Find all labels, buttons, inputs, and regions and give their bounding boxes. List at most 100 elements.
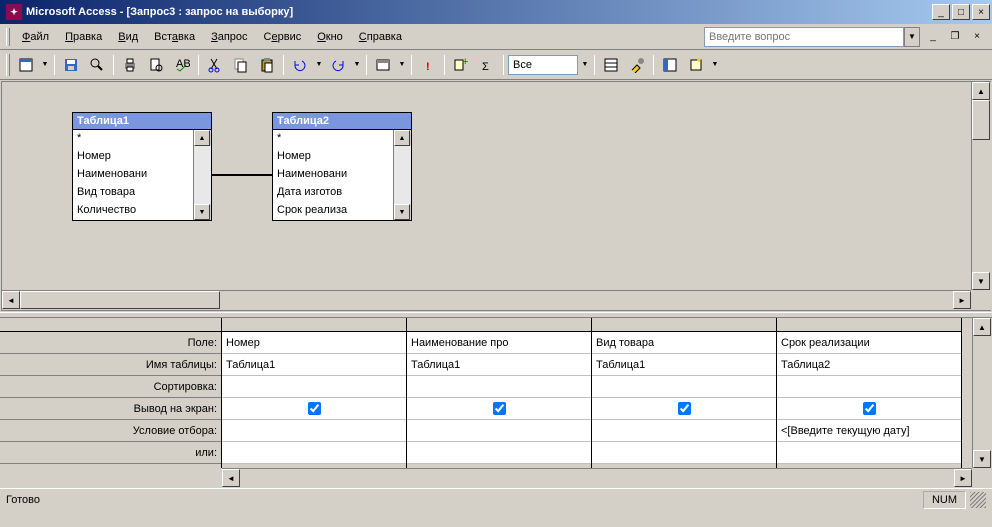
minimize-button[interactable]: _ <box>932 4 950 20</box>
sort-cell[interactable] <box>222 376 406 398</box>
show-checkbox[interactable] <box>863 402 876 415</box>
help-dropdown-icon[interactable]: ▼ <box>904 27 920 47</box>
sort-cell[interactable] <box>777 376 961 398</box>
scroll-up-icon[interactable]: ▲ <box>194 130 210 146</box>
scroll-thumb[interactable] <box>20 291 220 309</box>
table-cell[interactable]: Таблица1 <box>592 354 776 376</box>
field-cell[interactable]: Срок реализации <box>777 332 961 354</box>
query-type-button[interactable] <box>371 53 395 77</box>
field-row[interactable]: Номер <box>73 148 193 166</box>
properties-button[interactable] <box>599 53 623 77</box>
menu-tools[interactable]: Сервис <box>256 29 310 45</box>
show-cell[interactable] <box>222 398 406 420</box>
table-cell[interactable]: Таблица1 <box>222 354 406 376</box>
sort-cell[interactable] <box>407 376 591 398</box>
field-row[interactable]: Вид товара <box>73 184 193 202</box>
menu-file[interactable]: Файл <box>14 29 57 45</box>
top-values-combo[interactable] <box>508 55 578 75</box>
scroll-thumb[interactable] <box>972 100 990 140</box>
field-row[interactable]: Наименовани <box>73 166 193 184</box>
show-checkbox[interactable] <box>308 402 321 415</box>
copy-button[interactable] <box>229 53 253 77</box>
field-cell[interactable]: Вид товара <box>592 332 776 354</box>
table-title[interactable]: Таблица2 <box>273 113 411 130</box>
table-box-1[interactable]: Таблица1 * Номер Наименовани Вид товара … <box>72 112 212 221</box>
menu-query[interactable]: Запрос <box>203 29 255 45</box>
totals-button[interactable]: Σ <box>475 53 499 77</box>
or-cell[interactable] <box>222 442 406 464</box>
show-cell[interactable] <box>407 398 591 420</box>
toolbar-grip[interactable] <box>6 54 10 76</box>
database-window-button[interactable] <box>658 53 682 77</box>
grid-column[interactable]: Вид товара Таблица1 <box>592 318 777 468</box>
field-row[interactable]: Номер <box>273 148 393 166</box>
field-row[interactable]: Количество <box>73 202 193 220</box>
field-row[interactable]: Дата изготов <box>273 184 393 202</box>
menu-insert[interactable]: Вставка <box>146 29 203 45</box>
print-preview-button[interactable] <box>144 53 168 77</box>
scroll-up-icon[interactable]: ▲ <box>972 82 990 100</box>
cut-button[interactable] <box>203 53 227 77</box>
scroll-right-icon[interactable]: ► <box>954 469 972 487</box>
scroll-right-icon[interactable]: ► <box>953 291 971 309</box>
mdi-close-button[interactable]: × <box>968 29 986 45</box>
or-cell[interactable] <box>777 442 961 464</box>
criteria-cell[interactable] <box>222 420 406 442</box>
query-type-dropdown-icon[interactable]: ▼ <box>397 53 407 77</box>
show-cell[interactable] <box>777 398 961 420</box>
redo-dropdown-icon[interactable]: ▼ <box>352 53 362 77</box>
menu-edit[interactable]: Правка <box>57 29 110 45</box>
grid-column[interactable]: Номер Таблица1 <box>222 318 407 468</box>
column-selector[interactable] <box>222 318 406 332</box>
relationship-line[interactable] <box>212 174 272 176</box>
show-checkbox[interactable] <box>493 402 506 415</box>
table-scrollbar[interactable]: ▲ ▼ <box>193 130 211 220</box>
help-search-input[interactable] <box>704 27 904 47</box>
design-vscroll[interactable]: ▲ ▼ <box>971 82 991 290</box>
scroll-down-icon[interactable]: ▼ <box>972 272 990 290</box>
top-values-dropdown-icon[interactable]: ▼ <box>580 53 590 77</box>
criteria-cell[interactable] <box>407 420 591 442</box>
column-selector[interactable] <box>777 318 961 332</box>
menu-window[interactable]: Окно <box>309 29 351 45</box>
mdi-minimize-button[interactable]: _ <box>924 29 942 45</box>
mdi-restore-button[interactable]: ❐ <box>946 29 964 45</box>
save-button[interactable] <box>59 53 83 77</box>
criteria-cell[interactable] <box>592 420 776 442</box>
undo-button[interactable] <box>288 53 312 77</box>
sort-cell[interactable] <box>592 376 776 398</box>
field-cell[interactable]: Номер <box>222 332 406 354</box>
field-row[interactable]: * <box>73 130 193 148</box>
run-button[interactable]: ! <box>416 53 440 77</box>
grid-column[interactable]: Наименование про Таблица1 <box>407 318 592 468</box>
spelling-button[interactable]: ABC <box>170 53 194 77</box>
table-cell[interactable]: Таблица1 <box>407 354 591 376</box>
print-button[interactable] <box>118 53 142 77</box>
paste-button[interactable] <box>255 53 279 77</box>
scroll-down-icon[interactable]: ▼ <box>194 204 210 220</box>
close-button[interactable]: × <box>972 4 990 20</box>
menu-view[interactable]: Вид <box>110 29 146 45</box>
scroll-up-icon[interactable]: ▲ <box>394 130 410 146</box>
scroll-down-icon[interactable]: ▼ <box>973 450 991 468</box>
or-cell[interactable] <box>592 442 776 464</box>
scroll-down-icon[interactable]: ▼ <box>394 204 410 220</box>
design-hscroll[interactable]: ◄ ► <box>2 290 971 310</box>
field-row[interactable]: Срок реализа <box>273 202 393 220</box>
table-title[interactable]: Таблица1 <box>73 113 211 130</box>
or-cell[interactable] <box>407 442 591 464</box>
maximize-button[interactable]: □ <box>952 4 970 20</box>
search-button[interactable] <box>85 53 109 77</box>
grid-hscroll[interactable]: ◄ ► <box>222 468 972 488</box>
column-selector[interactable] <box>407 318 591 332</box>
build-button[interactable] <box>625 53 649 77</box>
menubar-grip[interactable] <box>6 28 10 46</box>
field-row[interactable]: * <box>273 130 393 148</box>
redo-button[interactable] <box>326 53 350 77</box>
undo-dropdown-icon[interactable]: ▼ <box>314 53 324 77</box>
column-selector[interactable] <box>592 318 776 332</box>
scroll-left-icon[interactable]: ◄ <box>222 469 240 487</box>
grid-column[interactable]: Срок реализации Таблица2 <[Введите текущ… <box>777 318 962 468</box>
resize-grip-icon[interactable] <box>970 492 986 508</box>
scroll-up-icon[interactable]: ▲ <box>973 318 991 336</box>
